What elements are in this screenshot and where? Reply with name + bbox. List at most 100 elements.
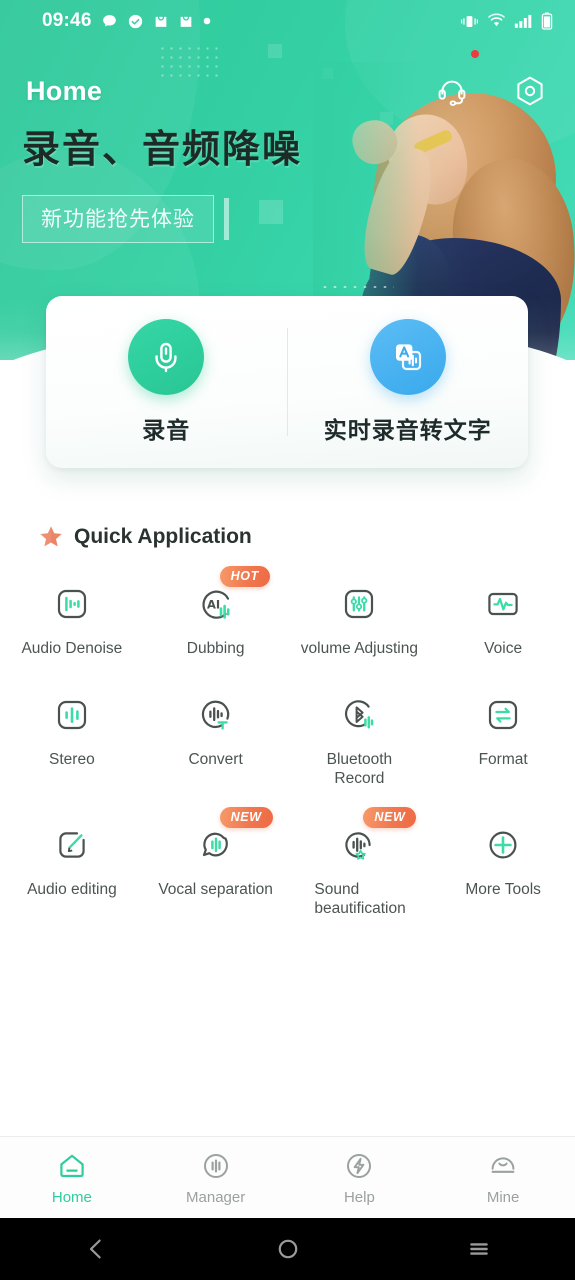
nav-label: Help: [343, 1188, 375, 1206]
plus-circle-icon: [477, 819, 529, 871]
tile-audio-editing[interactable]: Audio editing: [0, 819, 144, 919]
banner-title: 录音、音频降噪: [22, 127, 303, 171]
bluetooth-circle-icon: [333, 689, 385, 741]
battery-icon: [541, 12, 553, 30]
page-title: Home: [26, 75, 103, 106]
nav-item-mine[interactable]: Mine: [431, 1150, 575, 1206]
tile-label: More Tools: [465, 880, 541, 898]
tile-convert[interactable]: Convert: [144, 689, 288, 789]
banner-subtitle-row: 新功能抢先体验: [22, 195, 302, 243]
headset-button[interactable]: [435, 50, 479, 108]
android-back-icon: [89, 1239, 101, 1259]
edit-pencil-square-icon: [46, 819, 98, 871]
tile-more-tools[interactable]: More Tools: [431, 819, 575, 919]
tile-label: Audio Denoise: [21, 640, 123, 657]
quick-application-header: Quick Application: [38, 524, 252, 550]
status-bar-right: [460, 12, 575, 30]
pulse-square-icon: [477, 578, 529, 630]
nav-item-help[interactable]: Help: [288, 1150, 432, 1206]
wifi-icon: [488, 13, 505, 27]
status-time: 09:46: [42, 10, 92, 31]
settings-button[interactable]: [513, 74, 547, 108]
new-badge: NEW: [363, 806, 417, 828]
nav-label: Home: [51, 1188, 92, 1206]
settings-hexagon-icon: [517, 76, 543, 106]
check-circle-icon: [128, 14, 142, 28]
app-header-actions: [435, 50, 575, 108]
sound-beautify-icon: NEW: [333, 806, 417, 871]
tile-sound-beautification[interactable]: NEW Sound beautification: [288, 806, 432, 919]
android-recents-button[interactable]: [383, 1235, 575, 1263]
sliders-square-icon: [333, 578, 385, 630]
tile-label: Sound beautification: [314, 880, 406, 917]
microphone-icon: [155, 342, 177, 373]
hero-square-decor: [268, 44, 282, 58]
vocal-separation-icon: NEW: [190, 806, 273, 871]
star-icon: [40, 526, 62, 547]
android-home-icon: [278, 1239, 297, 1259]
speech-to-text-icon-circle: [369, 319, 446, 395]
tile-label: volume Adjusting: [300, 640, 418, 657]
headset-icon: [438, 80, 466, 106]
dot-icon: [203, 17, 210, 25]
banner-text-block: 录音、音频降噪 新功能抢先体验: [22, 118, 302, 243]
speech-to-text-label: 实时录音转文字: [323, 418, 492, 444]
status-bar-left: 09:46: [0, 10, 211, 32]
tile-label: Bluetooth Record: [326, 750, 393, 787]
notification-dot: [471, 50, 479, 58]
android-back-button[interactable]: [0, 1235, 192, 1263]
record-icon-circle: [128, 319, 205, 395]
stereo-bars-square-icon: [46, 689, 98, 741]
tile-label: Stereo: [49, 750, 95, 768]
message-bubble-icon: [102, 14, 116, 26]
nav-item-home[interactable]: Home: [0, 1150, 144, 1206]
app-screen: 09:46 Home 录音、音频降噪 新功能抢先体验 录音 实时录音转文字 Qu…: [0, 0, 575, 1280]
tile-volume-adjusting[interactable]: volume Adjusting: [288, 578, 432, 659]
help-bolt-icon: [347, 1153, 372, 1178]
convert-text-circle-icon: [190, 689, 242, 741]
android-home-button[interactable]: [192, 1235, 384, 1263]
home-icon: [60, 1154, 84, 1177]
nav-label: Mine: [486, 1188, 520, 1206]
waveform-square-icon: [46, 578, 98, 630]
speech-to-text-icon: [395, 344, 421, 371]
quick-application-grid: Audio Denoise AI HOT Dubbing volume Adju…: [0, 566, 575, 919]
tile-vocal-separation[interactable]: NEW Vocal separation: [144, 806, 288, 919]
primary-actions-card: 录音 实时录音转文字: [46, 296, 528, 468]
tile-stereo[interactable]: Stereo: [0, 689, 144, 789]
record-label: 录音: [142, 418, 191, 444]
ai-dubbing-icon: AI HOT: [190, 566, 270, 630]
tile-label: Dubbing: [186, 640, 245, 657]
tile-dubbing[interactable]: AI HOT Dubbing: [144, 566, 288, 659]
tile-voice[interactable]: Voice: [431, 578, 575, 659]
shopping-bag-icon: [180, 15, 191, 27]
quick-application-title: Quick Application: [74, 525, 252, 548]
speech-to-text-action[interactable]: 实时录音转文字: [288, 319, 529, 445]
bottom-navigation: Home Manager Help Mine: [0, 1136, 575, 1218]
nav-item-manager[interactable]: Manager: [144, 1150, 288, 1206]
tile-label: Convert: [188, 750, 243, 768]
tile-bluetooth-record[interactable]: Bluetooth Record: [288, 689, 432, 789]
shopping-bag-icon: [155, 15, 166, 27]
tile-label: Format: [478, 750, 528, 768]
vibrate-icon: [460, 15, 479, 27]
hot-badge: HOT: [219, 566, 270, 587]
tile-label: Voice: [484, 640, 523, 657]
nav-label: Manager: [186, 1188, 246, 1206]
profile-icon: [491, 1156, 515, 1173]
dot-grid-decor: [320, 283, 394, 291]
tile-label: Vocal separation: [158, 880, 273, 898]
tile-format[interactable]: Format: [431, 689, 575, 789]
new-badge: NEW: [219, 806, 273, 828]
android-recents-icon: [470, 1243, 488, 1255]
swap-arrows-square-icon: [477, 689, 529, 741]
svg-text:AI: AI: [207, 598, 220, 612]
android-system-navigation: [0, 1218, 575, 1280]
tile-audio-denoise[interactable]: Audio Denoise: [0, 578, 144, 659]
banner-subtitle-bar: [224, 198, 229, 240]
manager-icon: [203, 1153, 228, 1178]
record-action[interactable]: 录音: [46, 319, 287, 445]
status-bar: 09:46: [0, 0, 575, 42]
app-header: Home: [0, 50, 575, 120]
signal-icon: [514, 14, 532, 28]
